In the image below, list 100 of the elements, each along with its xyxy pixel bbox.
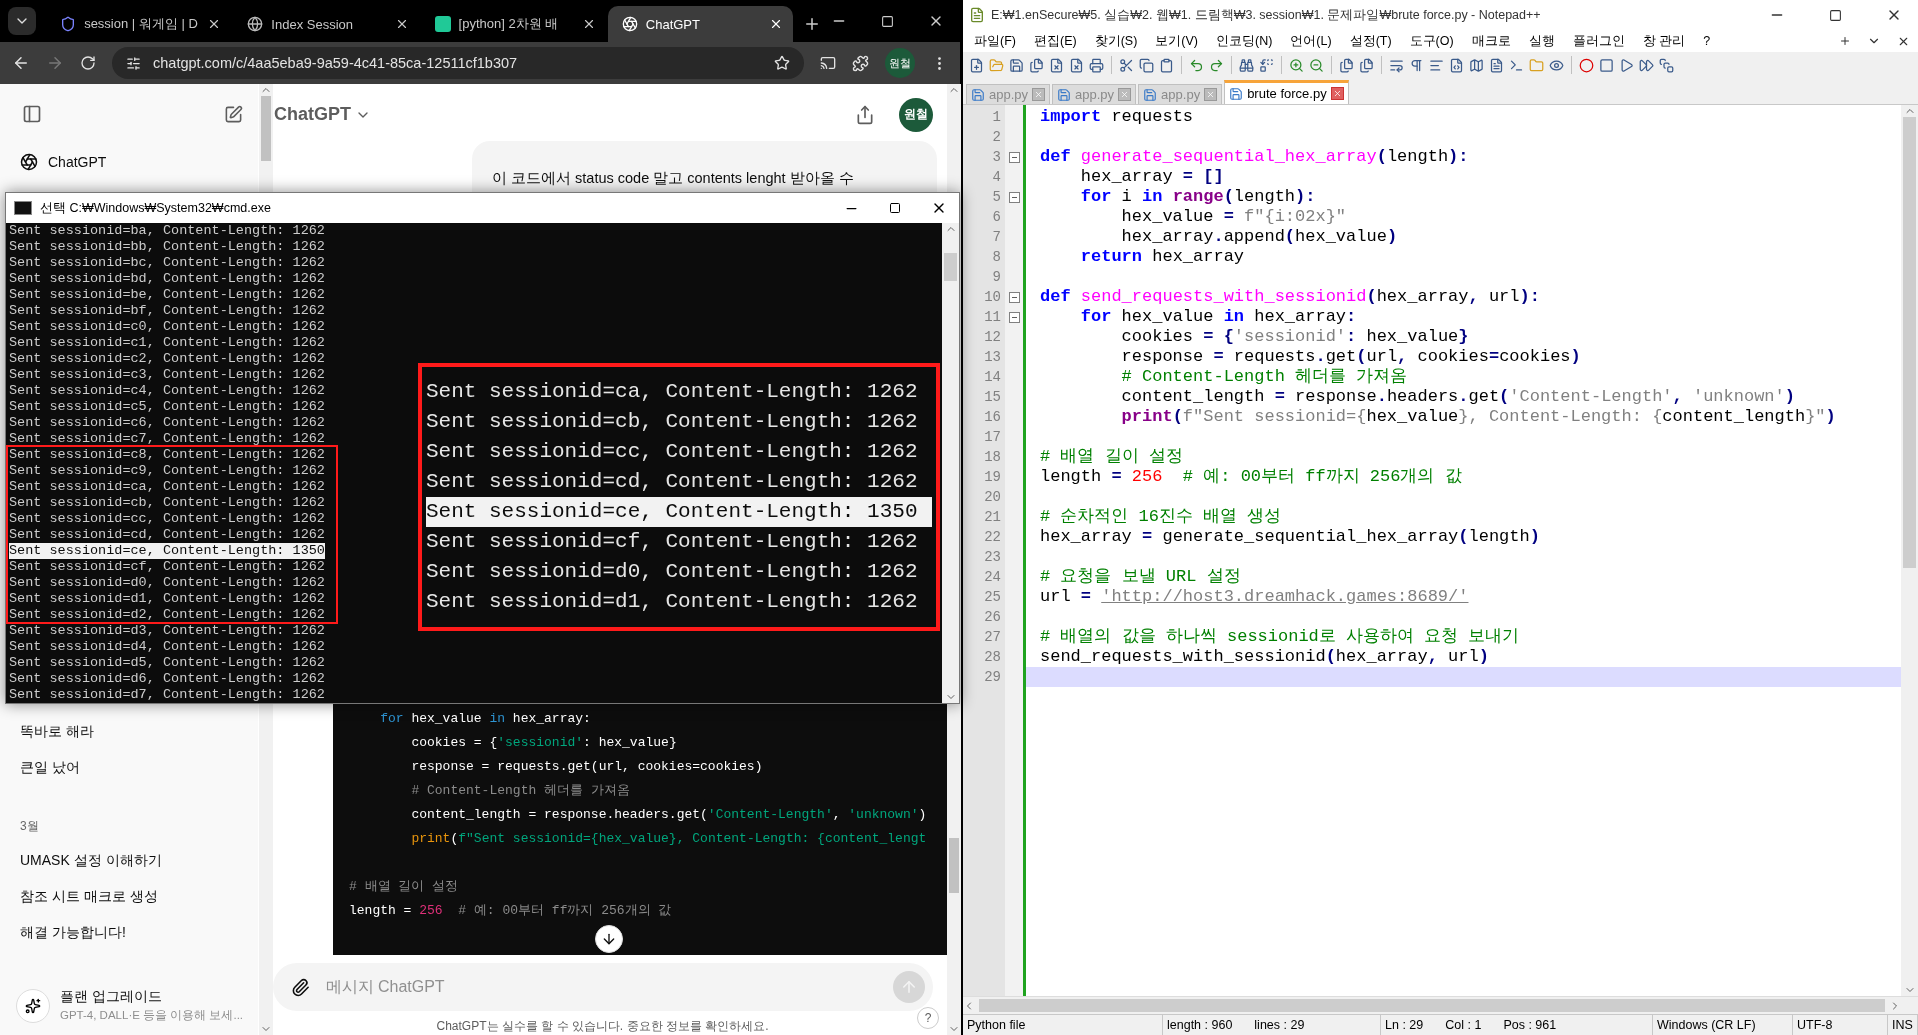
message-field[interactable]: 메시지 ChatGPT — [272, 963, 933, 1011]
scroll-down-button[interactable] — [595, 925, 623, 953]
menu-item[interactable]: 인코딩(N) — [1207, 32, 1282, 50]
address-bar[interactable]: chatgpt.com/c/4aa5eba9-9a59-4c41-85ca-12511cf1b307 — [112, 47, 804, 79]
printer-icon[interactable] — [1089, 57, 1104, 73]
menu-item[interactable]: 실행 — [1519, 32, 1564, 50]
line-number: 8 — [991, 248, 1002, 267]
cast-icon[interactable] — [820, 55, 836, 71]
model-selector[interactable]: ChatGPT — [274, 104, 371, 125]
extensions-icon[interactable] — [852, 54, 869, 72]
replace-icon[interactable] — [1259, 57, 1274, 73]
plus-icon[interactable] — [1839, 35, 1851, 47]
code-line: import requests — [1039, 107, 1195, 127]
save-all-icon[interactable] — [1029, 57, 1044, 73]
scissors-icon[interactable] — [1119, 57, 1134, 73]
new-chat-icon[interactable] — [224, 104, 244, 124]
menu-item[interactable]: ? — [1694, 34, 1720, 48]
eye-icon[interactable] — [1549, 57, 1564, 73]
reload-icon[interactable] — [80, 55, 96, 71]
menu-item[interactable]: 찾기(S) — [1085, 32, 1147, 50]
sidebar-toggle-icon[interactable] — [22, 104, 42, 124]
record-icon[interactable] — [1579, 57, 1594, 73]
share-icon[interactable] — [855, 104, 875, 125]
zoom-out-icon[interactable] — [1309, 57, 1324, 73]
menu-item[interactable]: 언어(L) — [1281, 32, 1341, 50]
history-group-label: 3월 — [19, 818, 40, 835]
scrollbar-thumb[interactable] — [979, 999, 1885, 1012]
chat-history-item[interactable]: 똑바로 해라 — [4, 714, 256, 750]
browser-tab[interactable]: Index Session — [233, 6, 419, 42]
terminal-line: Sent sessionid=d6, Content-Length: 1262 — [9, 671, 325, 687]
undo-icon[interactable] — [1189, 57, 1204, 73]
maximize-icon[interactable] — [889, 202, 901, 214]
browser-tab[interactable]: [python] 2차원 배 — [420, 6, 606, 42]
fold-toggle[interactable] — [1008, 151, 1020, 163]
upgrade-plan-button[interactable]: 플랜 업그레이드 GPT-4, DALL·E 등을 이용해 보세... — [0, 980, 260, 1035]
terminal-line: Sent sessionid=bb, Content-Length: 1262 — [9, 239, 325, 255]
terminal-line: Sent sessionid=d0, Content-Length: 1262 — [426, 559, 919, 585]
menu-item[interactable]: 편집(E) — [1024, 32, 1086, 50]
fast-forward-icon[interactable] — [1639, 57, 1654, 73]
save-icon[interactable] — [1009, 57, 1024, 73]
scrollbar-thumb[interactable] — [261, 96, 272, 161]
menu-item[interactable]: 플러그인 — [1563, 32, 1634, 50]
fold-toggle[interactable] — [1008, 191, 1020, 203]
function-list-icon[interactable] — [1509, 57, 1524, 73]
paperclip-icon[interactable] — [290, 977, 310, 997]
menu-item[interactable]: 창 관리 — [1633, 32, 1695, 50]
help-button[interactable]: ? — [917, 1007, 939, 1029]
menu-item[interactable]: 설정(T) — [1340, 32, 1401, 50]
tab-close-button[interactable] — [1330, 87, 1344, 100]
close-file-icon[interactable] — [1049, 57, 1064, 73]
save-macro-icon[interactable] — [1659, 57, 1674, 73]
browser-tab[interactable]: session | 워게임 | D — [46, 6, 232, 42]
sync-scroll-icon[interactable] — [1339, 57, 1354, 73]
maximize-icon[interactable] — [1829, 8, 1842, 22]
wrap-icon[interactable] — [1389, 57, 1404, 73]
chat-history-item[interactable]: 참조 시트 매크로 생성 — [4, 879, 256, 915]
close-all-icon[interactable] — [1069, 57, 1084, 73]
browser-tab[interactable]: ChatGPT — [607, 6, 793, 42]
fold-toggle[interactable] — [1008, 311, 1020, 323]
menu-item[interactable]: 보기(V) — [1146, 32, 1207, 50]
back-icon[interactable] — [12, 54, 30, 72]
scrollbar-thumb[interactable] — [949, 837, 959, 894]
chat-history-item[interactable]: 큰일 났어 — [4, 750, 256, 786]
menu-item[interactable]: 도구(O) — [1400, 32, 1463, 50]
file-tab[interactable]: brute force.py — [1224, 80, 1349, 104]
menu-item[interactable]: 파일(F) — [965, 32, 1025, 50]
redo-icon[interactable] — [1209, 57, 1224, 73]
zoom-in-icon[interactable] — [1289, 57, 1304, 73]
message-input[interactable]: 메시지 ChatGPT — [323, 977, 879, 997]
document-list-icon[interactable] — [1489, 57, 1504, 73]
tab-list-button[interactable] — [8, 7, 37, 35]
terminal-line: Sent sessionid=d3, Content-Length: 1262 — [9, 623, 325, 639]
indent-guide-icon[interactable] — [1429, 57, 1444, 73]
scrollbar-thumb[interactable] — [944, 253, 957, 281]
fold-toggle[interactable] — [1008, 291, 1020, 303]
play-icon[interactable] — [1619, 57, 1634, 73]
sync-scroll-horizontal-icon[interactable] — [1359, 57, 1374, 73]
menu-item[interactable]: 매크로 — [1462, 32, 1520, 50]
code-line: print(f"Sent sessionid={hex_value}, Content-Length: {content_lengt — [410, 830, 928, 848]
code-file-icon[interactable] — [1449, 57, 1464, 73]
chat-history-item[interactable]: 해결 가능합니다! — [4, 915, 256, 951]
scrollbar-thumb[interactable] — [1903, 117, 1916, 568]
new-file-icon[interactable] — [969, 57, 984, 73]
star-icon[interactable] — [774, 55, 790, 71]
chat-history-item[interactable]: UMASK 설정 이해하기 — [4, 843, 256, 879]
code-line: for hex_value in hex_array: — [1079, 307, 1358, 327]
copy-icon[interactable] — [1139, 57, 1154, 73]
profile-avatar[interactable]: 원철 — [885, 48, 915, 78]
terminal-line: Sent sessionid=cb, Content-Length: 1262 — [9, 495, 325, 511]
sidebar-item[interactable]: ChatGPT — [4, 144, 256, 180]
site-settings-icon[interactable] — [126, 55, 141, 71]
user-avatar[interactable]: 원철 — [899, 97, 933, 132]
clipboard-icon[interactable] — [1159, 57, 1174, 73]
stop-icon[interactable] — [1599, 57, 1614, 73]
pilcrow-icon[interactable] — [1409, 57, 1424, 73]
map-icon[interactable] — [1469, 57, 1484, 73]
new-tab-icon[interactable] — [803, 15, 821, 33]
binoculars-icon[interactable] — [1239, 57, 1254, 73]
close-icon[interactable] — [769, 17, 783, 31]
forward-icon[interactable] — [46, 54, 64, 72]
